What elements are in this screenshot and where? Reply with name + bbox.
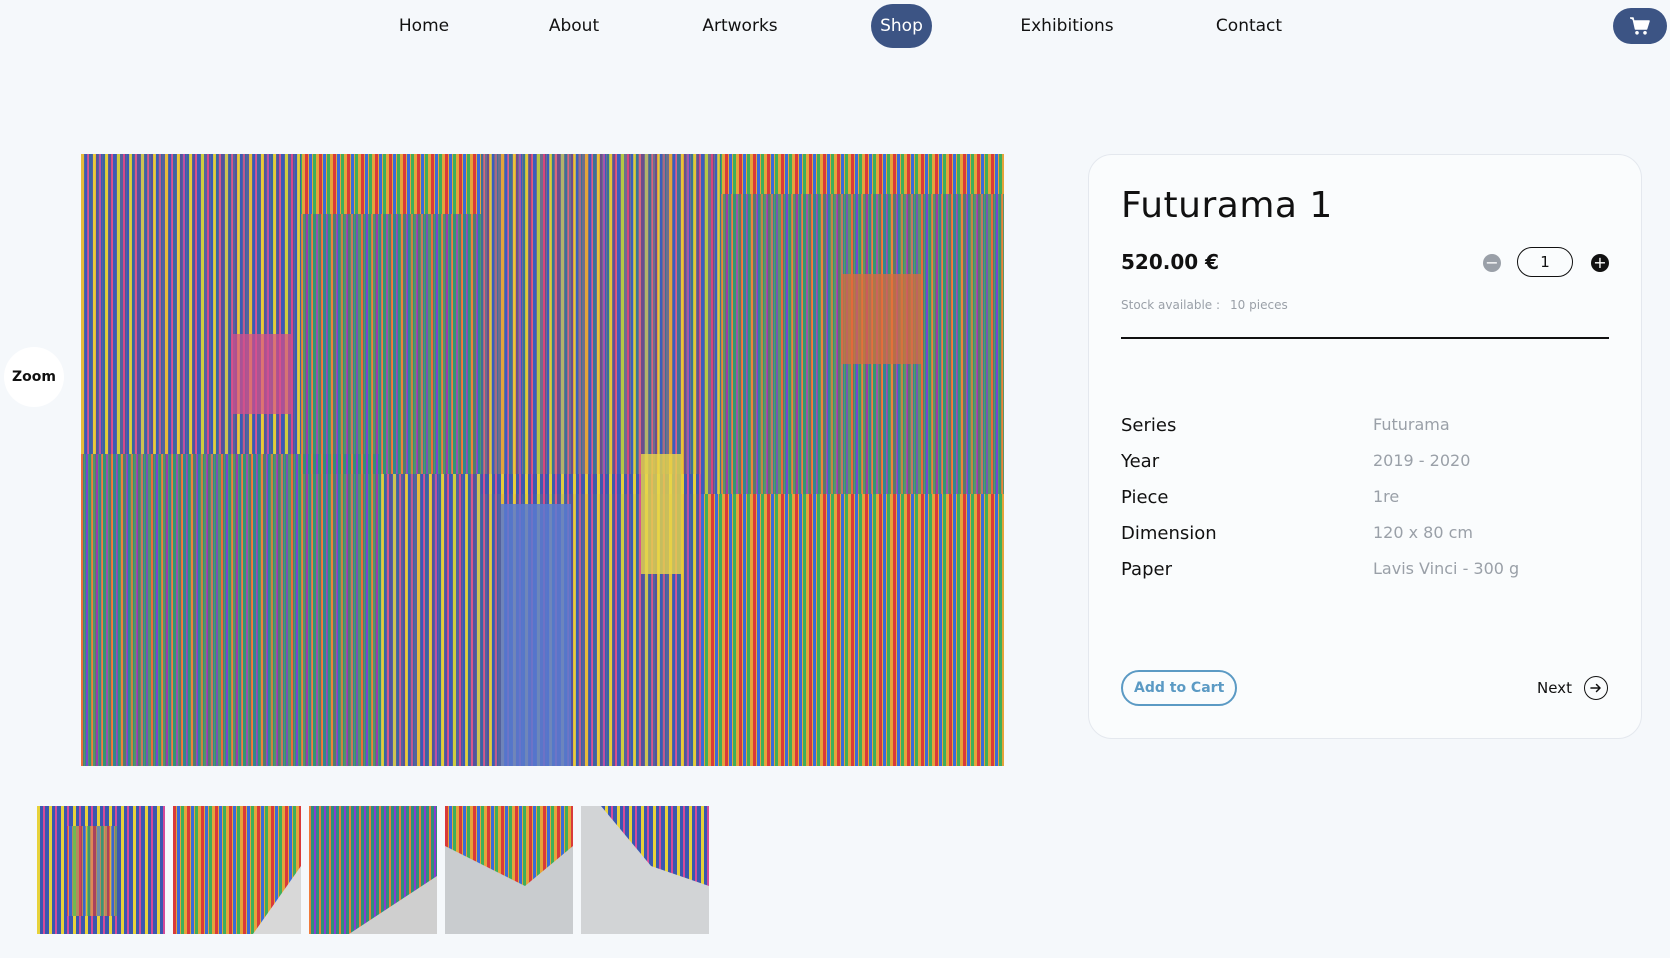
thumbnail-3[interactable] [309,806,437,934]
add-to-cart-button[interactable]: Add to Cart [1121,670,1238,706]
spec-row-paper: Paper Lavis Vinci - 300 g [1121,559,1609,595]
spec-value: Lavis Vinci - 300 g [1373,559,1520,578]
nav-item-exhibitions[interactable]: Exhibitions [1012,4,1122,48]
spec-label: Series [1121,415,1177,436]
spec-value: 120 x 80 cm [1373,523,1474,542]
thumbnail-2[interactable] [173,806,301,934]
quantity-decrease-button[interactable]: − [1483,254,1501,272]
specs-table: Series Futurama Year 2019 - 2020 Piece 1… [1121,415,1609,595]
spec-row-dimension: Dimension 120 x 80 cm [1121,523,1609,559]
stock-value: 10 pieces [1230,298,1288,312]
artwork-main-image[interactable] [81,154,1004,766]
spec-value: Futurama [1373,415,1450,434]
product-title: Futurama 1 [1121,185,1333,226]
spec-label: Paper [1121,559,1172,580]
thumbnail-1[interactable] [37,806,165,934]
top-navigation: Home About Artworks Shop Exhibitions Con… [0,4,1670,48]
next-button[interactable]: Next [1537,676,1608,700]
nav-item-artworks[interactable]: Artworks [690,4,790,48]
divider [1121,337,1609,339]
nav-item-about[interactable]: About [536,4,612,48]
arrow-right-icon [1583,676,1608,700]
spec-value: 2019 - 2020 [1373,451,1471,470]
quantity-input[interactable] [1517,247,1573,277]
spec-value: 1re [1373,487,1400,506]
product-details-card: Futurama 1 520.00 € − + Stock available … [1088,154,1642,739]
spec-label: Piece [1121,487,1169,508]
spec-label: Year [1121,451,1160,472]
zoom-button[interactable]: Zoom [4,347,64,407]
spec-row-series: Series Futurama [1121,415,1609,451]
nav-item-home[interactable]: Home [388,4,460,48]
product-price: 520.00 € [1121,250,1220,274]
stock-info: Stock available : 10 pieces [1121,298,1298,312]
nav-item-contact[interactable]: Contact [1202,4,1296,48]
spec-label: Dimension [1121,523,1217,544]
thumbnail-4[interactable] [445,806,573,934]
cart-icon [1630,17,1650,35]
quantity-increase-button[interactable]: + [1591,254,1609,272]
cart-button[interactable] [1613,8,1667,44]
thumbnail-5[interactable] [581,806,709,934]
minus-icon: − [1485,253,1499,272]
nav-item-shop[interactable]: Shop [871,4,932,48]
next-label: Next [1537,679,1572,697]
spec-row-piece: Piece 1re [1121,487,1609,523]
stock-label: Stock available : [1121,298,1221,312]
artwork-image [81,154,1004,766]
spec-row-year: Year 2019 - 2020 [1121,451,1609,487]
plus-icon: + [1593,253,1607,272]
